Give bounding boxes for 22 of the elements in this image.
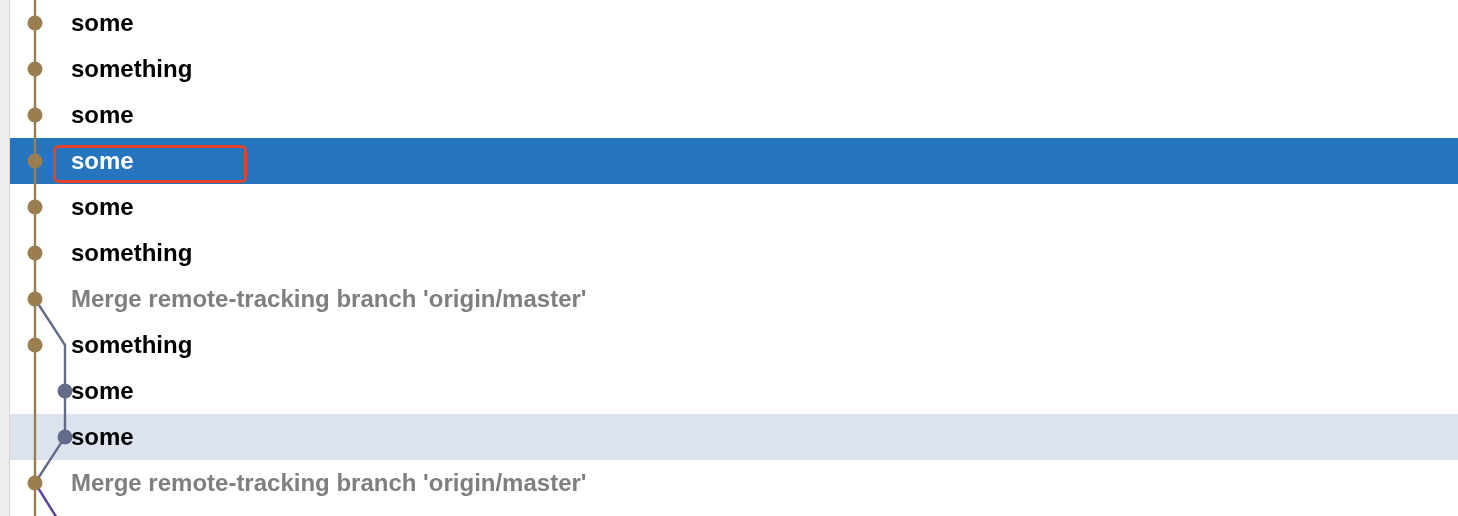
commit-message: something — [71, 239, 193, 267]
commit-message: Merge remote-tracking branch 'origin/master' — [71, 469, 587, 497]
commit-message: some — [71, 423, 134, 451]
hovered-row[interactable]: some — [10, 414, 1458, 460]
commit-row[interactable]: some — [10, 0, 1458, 46]
commit-row[interactable]: some — [10, 368, 1458, 414]
commit-message: something — [71, 331, 193, 359]
commit-row[interactable]: some — [10, 92, 1458, 138]
commit-row[interactable]: Merge remote-tracking branch 'origin/master' — [10, 276, 1458, 322]
commit-row[interactable]: something — [10, 46, 1458, 92]
commit-row[interactable]: some — [10, 184, 1458, 230]
commit-row[interactable]: Merge remote-tracking branch 'origin/master' — [10, 460, 1458, 506]
commit-message: some — [71, 147, 134, 175]
commit-message: some — [71, 377, 134, 405]
selected-row[interactable]: some — [10, 138, 1458, 184]
commit-message: Merge remote-tracking branch 'origin/master' — [71, 285, 587, 313]
commit-message: some — [71, 101, 134, 129]
commit-message: some — [71, 9, 134, 37]
commit-message: some — [71, 193, 134, 221]
commit-row[interactable]: something — [10, 322, 1458, 368]
commit-row[interactable]: something — [10, 230, 1458, 276]
commit-message: something — [71, 55, 193, 83]
